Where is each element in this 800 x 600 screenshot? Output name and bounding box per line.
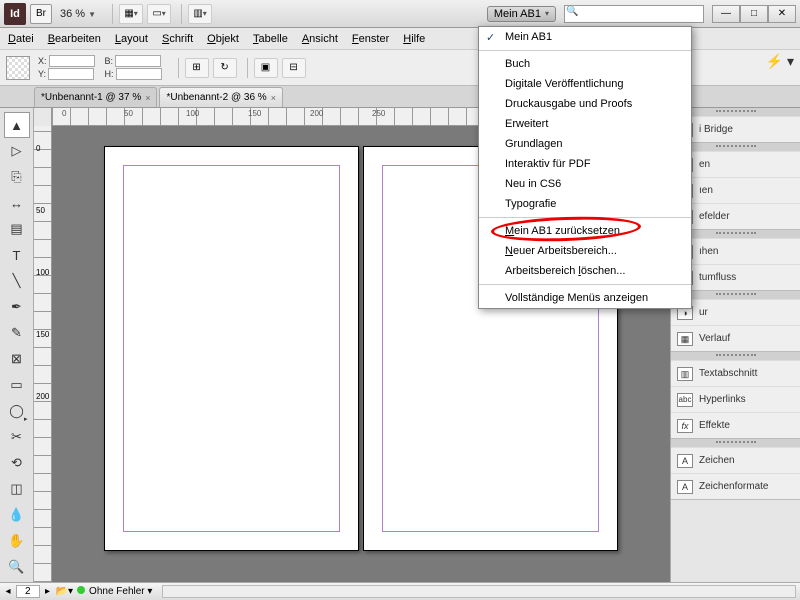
- rectangle-tool[interactable]: ▭: [4, 372, 30, 398]
- panel-charstyles[interactable]: AZeichenformate: [671, 473, 800, 499]
- ellipse-tool[interactable]: ◯▸: [4, 398, 30, 424]
- fill-stroke-icon[interactable]: [6, 56, 30, 80]
- ws-item-digital[interactable]: Digitale Veröffentlichung: [479, 74, 691, 94]
- menu-edit[interactable]: Bearbeiten: [48, 33, 101, 45]
- tab-doc2[interactable]: *Unbenannt-2 @ 36 %×: [159, 87, 282, 107]
- ws-item-typography[interactable]: Typografie: [479, 194, 691, 214]
- align-icon[interactable]: ⊟: [282, 58, 306, 78]
- menu-type[interactable]: Schrift: [162, 33, 193, 45]
- type-tool[interactable]: T: [4, 242, 30, 268]
- view-options-icon[interactable]: ▦▾: [119, 4, 143, 24]
- ws-item-print[interactable]: Druckausgabe und Proofs: [479, 94, 691, 114]
- tab-doc1[interactable]: *Unbenannt-1 @ 37 %×: [34, 87, 157, 107]
- hand-tool[interactable]: ✋: [4, 528, 30, 554]
- vertical-ruler: 0 50 100 150 200: [34, 126, 52, 582]
- page-prev-icon[interactable]: ◂: [4, 586, 12, 597]
- menu-table[interactable]: Tabelle: [253, 33, 288, 45]
- gradient-tool[interactable]: ◫: [4, 476, 30, 502]
- ws-item-advanced[interactable]: Erweitert: [479, 114, 691, 134]
- menu-object[interactable]: Objekt: [207, 33, 239, 45]
- transform-tool[interactable]: ⟲: [4, 450, 30, 476]
- ws-item-reset[interactable]: Mein AB1 zurücksetzen: [479, 221, 691, 241]
- screen-mode-icon[interactable]: ▭▾: [147, 4, 171, 24]
- eyedropper-tool[interactable]: 💧: [4, 502, 30, 528]
- transform-icon[interactable]: ⊞: [185, 58, 209, 78]
- maximize-button[interactable]: □: [740, 5, 768, 23]
- page-left[interactable]: [104, 146, 359, 551]
- ws-item-new-ws[interactable]: Neuer Arbeitsbereich...: [479, 241, 691, 261]
- preflight-status[interactable]: Ohne Fehler ▾: [77, 586, 152, 597]
- menu-view[interactable]: Ansicht: [302, 33, 338, 45]
- pen-tool[interactable]: ✒: [4, 294, 30, 320]
- app-icon: Id: [4, 3, 26, 25]
- line-tool[interactable]: ╲: [4, 268, 30, 294]
- quick-apply-icon[interactable]: ⚡ ▾: [766, 53, 794, 70]
- status-bar: ◂ 2 ▸ 📂▾ Ohne Fehler ▾: [0, 582, 800, 600]
- zoom-level[interactable]: 36 % ▼: [60, 8, 96, 20]
- panel-hyperlinks[interactable]: abcHyperlinks: [671, 386, 800, 412]
- zoom-tool[interactable]: 🔍: [4, 554, 30, 580]
- ws-item-fullmenus[interactable]: Vollständige Menüs anzeigen: [479, 288, 691, 308]
- workspace-menu: Mein AB1 Buch Digitale Veröffentlichung …: [478, 26, 692, 309]
- selection-tool[interactable]: ▲: [4, 112, 30, 138]
- ws-item-current[interactable]: Mein AB1: [479, 27, 691, 47]
- close-icon[interactable]: ×: [145, 93, 150, 103]
- page-next-icon[interactable]: ▸: [44, 586, 52, 597]
- workspace-switcher[interactable]: Mein AB1▾: [487, 6, 556, 22]
- rectangle-frame-tool[interactable]: ⊠: [4, 346, 30, 372]
- page-tool[interactable]: ⎘: [4, 164, 30, 190]
- ws-item-delete[interactable]: Arbeitsbereich löschen...: [479, 261, 691, 281]
- scissors-tool[interactable]: ✂: [4, 424, 30, 450]
- gap-tool[interactable]: ↔: [4, 190, 30, 216]
- ws-item-essentials[interactable]: Grundlagen: [479, 134, 691, 154]
- w-field[interactable]: [115, 55, 161, 67]
- search-input[interactable]: [564, 5, 704, 23]
- direct-selection-tool[interactable]: ▷: [4, 138, 30, 164]
- menu-window[interactable]: Fenster: [352, 33, 389, 45]
- panel-character[interactable]: AZeichen: [671, 447, 800, 473]
- panel-effects[interactable]: fxEffekte: [671, 412, 800, 438]
- pencil-tool[interactable]: ✎: [4, 320, 30, 346]
- ws-item-new[interactable]: Neu in CS6: [479, 174, 691, 194]
- minimize-button[interactable]: —: [712, 5, 740, 23]
- page-number-field[interactable]: 2: [16, 585, 40, 598]
- x-field[interactable]: [49, 55, 95, 67]
- close-button[interactable]: ✕: [768, 5, 796, 23]
- bridge-icon[interactable]: Br: [30, 4, 52, 24]
- close-icon[interactable]: ×: [271, 93, 276, 103]
- content-tool[interactable]: ▤: [4, 216, 30, 242]
- horizontal-scrollbar[interactable]: [162, 585, 796, 598]
- tool-panel: ▲ ▷ ⎘ ↔ ▤ T ╲ ✒ ✎ ⊠ ▭ ◯▸ ✂ ⟲ ◫ 💧 ✋ 🔍: [0, 108, 34, 582]
- fit-icon[interactable]: ▣: [254, 58, 278, 78]
- ws-item-book[interactable]: Buch: [479, 54, 691, 74]
- title-bar: Id Br 36 % ▼ ▦▾ ▭▾ ▥▾ Mein AB1▾ — □ ✕: [0, 0, 800, 28]
- panel-gradient[interactable]: ▦Verlauf: [671, 325, 800, 351]
- ws-item-interactive[interactable]: Interaktiv für PDF: [479, 154, 691, 174]
- menu-layout[interactable]: Layout: [115, 33, 148, 45]
- arrange-icon[interactable]: ▥▾: [188, 4, 212, 24]
- h-field[interactable]: [116, 68, 162, 80]
- panel-story[interactable]: ▥Textabschnitt: [671, 360, 800, 386]
- menu-file[interactable]: DDateiatei: [8, 33, 34, 45]
- open-icon[interactable]: 📂▾: [56, 586, 73, 597]
- rotate-icon[interactable]: ↻: [213, 58, 237, 78]
- menu-help[interactable]: Hilfe: [403, 33, 425, 45]
- y-field[interactable]: [48, 68, 94, 80]
